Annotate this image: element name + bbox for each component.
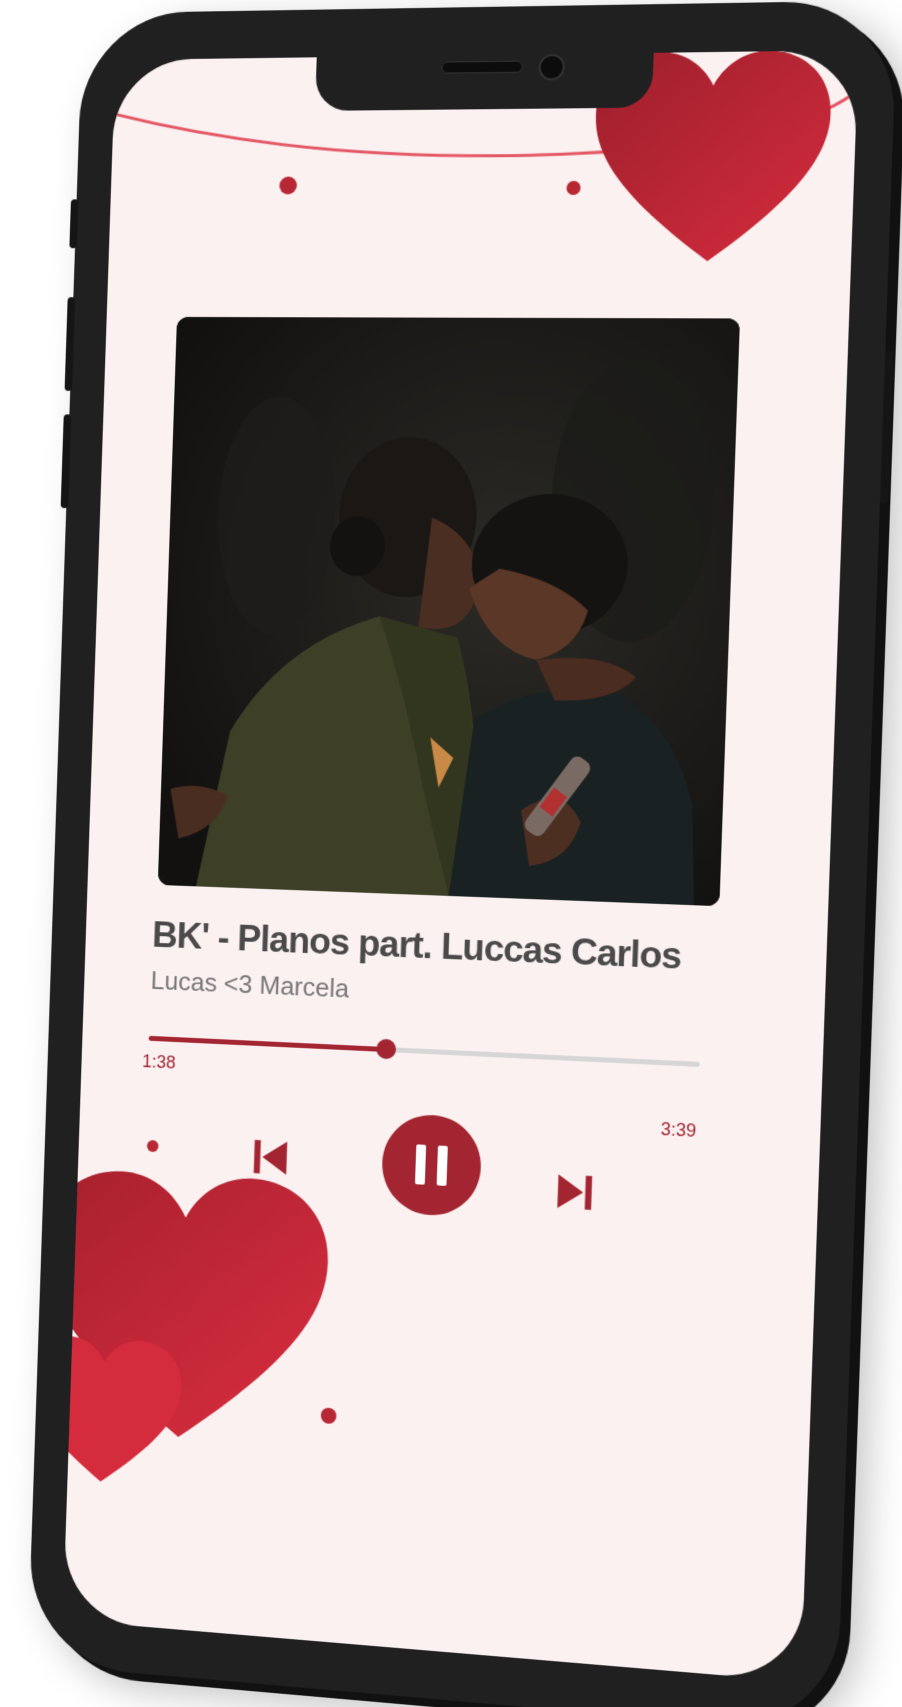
progress-fill xyxy=(148,1035,387,1053)
heart-icon xyxy=(62,1333,183,1488)
progress-bar[interactable] xyxy=(148,1035,700,1067)
pause-button[interactable] xyxy=(380,1112,483,1218)
speaker-grille xyxy=(441,60,524,74)
notch xyxy=(314,50,654,111)
pause-icon xyxy=(414,1144,448,1187)
phone-frame: BK' - Planos part. Luccas Carlos Lucas <… xyxy=(27,0,898,1707)
next-icon[interactable] xyxy=(553,1170,597,1215)
mockup-stage: BK' - Planos part. Luccas Carlos Lucas <… xyxy=(0,0,902,1707)
album-photo xyxy=(157,316,741,907)
player-screen: BK' - Planos part. Luccas Carlos Lucas <… xyxy=(62,50,859,1682)
silent-switch xyxy=(69,199,79,249)
current-time: 1:38 xyxy=(141,1051,176,1073)
power-button xyxy=(879,349,894,504)
progress-knob[interactable] xyxy=(376,1038,397,1060)
volume-up-button xyxy=(64,297,76,391)
album-art xyxy=(157,316,741,907)
front-camera xyxy=(538,53,566,81)
track-artist: Lucas <3 Marcela xyxy=(150,965,350,1004)
volume-down-button xyxy=(60,414,72,509)
